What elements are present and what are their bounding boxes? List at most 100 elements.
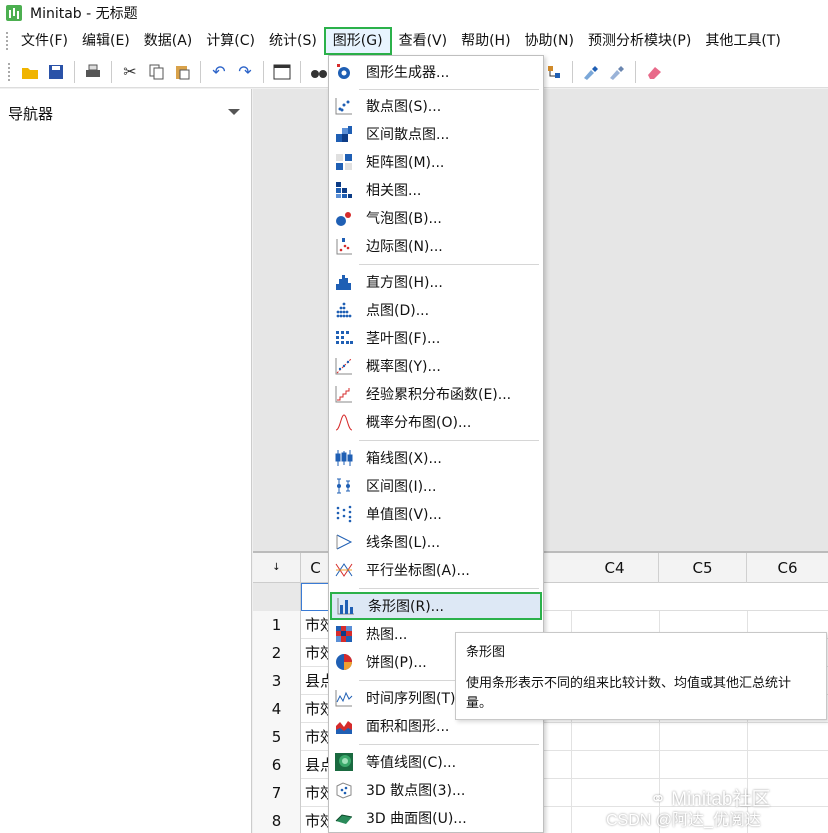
bubble-plot-icon xyxy=(334,208,354,228)
menu-calc[interactable]: 计算(C) xyxy=(199,27,262,55)
correlogram-icon xyxy=(334,180,354,200)
window-icon[interactable] xyxy=(270,60,294,84)
menu-assistant[interactable]: 协助(N) xyxy=(518,27,581,55)
scatterplot-icon xyxy=(334,96,354,116)
menu-data[interactable]: 数据(A) xyxy=(137,27,200,55)
data-direction-arrow-icon[interactable]: ↓ xyxy=(253,553,301,583)
bar-chart-icon xyxy=(336,596,356,616)
row-number[interactable]: 5 xyxy=(253,723,301,751)
name-cell-c1[interactable] xyxy=(301,583,331,611)
menu-item-individual-value-plot[interactable]: 单值图(V)... xyxy=(330,500,542,528)
name-row-header xyxy=(253,583,301,611)
binned-scatterplot-icon xyxy=(334,124,354,144)
menu-item-stem-leaf[interactable]: 茎叶图(F)... xyxy=(330,324,542,352)
area-graph-icon xyxy=(334,716,354,736)
brush-icon[interactable] xyxy=(579,60,603,84)
distribution-plot-icon xyxy=(334,412,354,432)
contour-plot-icon xyxy=(334,752,354,772)
menu-item-dotplot[interactable]: 点图(D)... xyxy=(330,296,542,324)
save-icon[interactable] xyxy=(44,60,68,84)
toolbar-separator xyxy=(263,60,264,83)
menu-item-histogram[interactable]: 直方图(H)... xyxy=(330,268,542,296)
menu-edit[interactable]: 编辑(E) xyxy=(75,27,137,55)
row-number[interactable]: 7 xyxy=(253,779,301,807)
tooltip-body: 使用条形表示不同的组来比较计数、均值或其他汇总统计量。 xyxy=(466,676,792,711)
menu-item-matrix-plot[interactable]: 矩阵图(M)... xyxy=(330,148,542,176)
column-header-c1[interactable]: C xyxy=(301,553,331,583)
tooltip-title: 条形图 xyxy=(466,645,506,660)
menu-item-marginal-plot[interactable]: 边际图(N)... xyxy=(330,232,542,260)
print-icon[interactable] xyxy=(81,60,105,84)
menu-item-bubble-plot[interactable]: 气泡图(B)... xyxy=(330,204,542,232)
menu-item-distribution-plot[interactable]: 概率分布图(O)... xyxy=(330,408,542,436)
menu-item-contour-plot[interactable]: 等值线图(C)... xyxy=(330,748,542,776)
chevron-down-icon[interactable] xyxy=(228,109,240,115)
navigator-panel: 导航器 xyxy=(0,89,252,833)
menu-item-probability-plot[interactable]: 概率图(Y)... xyxy=(330,352,542,380)
menu-item-graph-builder[interactable]: 图形生成器... xyxy=(330,58,542,86)
3d-surface-icon xyxy=(334,808,354,828)
undo-icon[interactable]: ↶ xyxy=(207,60,231,84)
edit-graph-icon[interactable] xyxy=(605,60,629,84)
menu-stat[interactable]: 统计(S) xyxy=(262,27,324,55)
menu-item-binned-scatterplot[interactable]: 区间散点图... xyxy=(330,120,542,148)
column-header-c6[interactable]: C6 xyxy=(747,553,828,583)
menu-item-line-plot[interactable]: 线条图(L)... xyxy=(330,528,542,556)
time-series-icon xyxy=(334,688,354,708)
row-number[interactable]: 1 xyxy=(253,611,301,639)
copy-icon[interactable] xyxy=(144,60,168,84)
menu-item-boxplot[interactable]: 箱线图(X)... xyxy=(330,444,542,472)
row-number[interactable]: 2 xyxy=(253,639,301,667)
menu-separator xyxy=(359,744,539,745)
menu-item-parallel-coordinates[interactable]: 平行坐标图(A)... xyxy=(330,556,542,584)
pie-chart-icon xyxy=(334,652,354,672)
row-number[interactable]: 8 xyxy=(253,807,301,833)
dotplot-icon xyxy=(334,300,354,320)
line-plot-icon xyxy=(334,532,354,552)
redo-icon[interactable]: ↷ xyxy=(233,60,257,84)
menu-item-ecdf[interactable]: 经验累积分布函数(E)... xyxy=(330,380,542,408)
paste-icon[interactable] xyxy=(170,60,194,84)
bar-chart-tooltip: 条形图 使用条形表示不同的组来比较计数、均值或其他汇总统计量。 xyxy=(455,632,827,720)
cut-icon[interactable]: ✂ xyxy=(118,60,142,84)
menubar-grip xyxy=(6,32,10,50)
menu-graph[interactable]: 图形(G) xyxy=(323,27,392,55)
menu-item-3d-surface[interactable]: 3D 曲面图(U)... xyxy=(330,804,542,832)
probability-plot-icon xyxy=(334,356,354,376)
menu-item-3d-scatterplot[interactable]: 3D 散点图(3)... xyxy=(330,776,542,804)
navigator-title: 导航器 xyxy=(8,105,54,123)
menu-predictive[interactable]: 预测分析模块(P) xyxy=(581,27,698,55)
menu-separator xyxy=(359,440,539,441)
ecdf-icon xyxy=(334,384,354,404)
menu-separator xyxy=(359,588,539,589)
menu-item-correlogram[interactable]: 相关图... xyxy=(330,176,542,204)
column-header-c4[interactable]: C4 xyxy=(571,553,659,583)
interval-plot-icon xyxy=(334,476,354,496)
graph-builder-icon xyxy=(334,62,354,82)
menu-file[interactable]: 文件(F) xyxy=(14,27,75,55)
menu-separator xyxy=(359,264,539,265)
menu-separator xyxy=(359,89,539,90)
menu-item-bar-chart[interactable]: 条形图(R)... xyxy=(330,592,542,620)
row-number[interactable]: 6 xyxy=(253,751,301,779)
heatmap-icon xyxy=(334,624,354,644)
menu-bar: 文件(F) 编辑(E) 数据(A) 计算(C) 统计(S) 图形(G) 查看(V… xyxy=(0,26,828,56)
minitab-app-icon xyxy=(6,5,22,21)
toolbar-separator xyxy=(74,60,75,83)
menu-tools[interactable]: 其他工具(T) xyxy=(698,27,787,55)
title-bar: Minitab - 无标题 xyxy=(0,0,828,26)
open-icon[interactable] xyxy=(18,60,42,84)
row-number[interactable]: 4 xyxy=(253,695,301,723)
parallel-coordinates-icon xyxy=(334,560,354,580)
menu-help[interactable]: 帮助(H) xyxy=(454,27,517,55)
eraser-icon[interactable] xyxy=(642,60,666,84)
boxplot-icon xyxy=(334,448,354,468)
menu-view[interactable]: 查看(V) xyxy=(392,27,455,55)
marginal-plot-icon xyxy=(334,236,354,256)
menu-item-interval-plot[interactable]: 区间图(I)... xyxy=(330,472,542,500)
column-header-c5[interactable]: C5 xyxy=(659,553,747,583)
menu-item-scatterplot[interactable]: 散点图(S)... xyxy=(330,92,542,120)
row-number[interactable]: 3 xyxy=(253,667,301,695)
stem-leaf-icon xyxy=(334,328,354,348)
session-command-icon[interactable] xyxy=(542,60,566,84)
